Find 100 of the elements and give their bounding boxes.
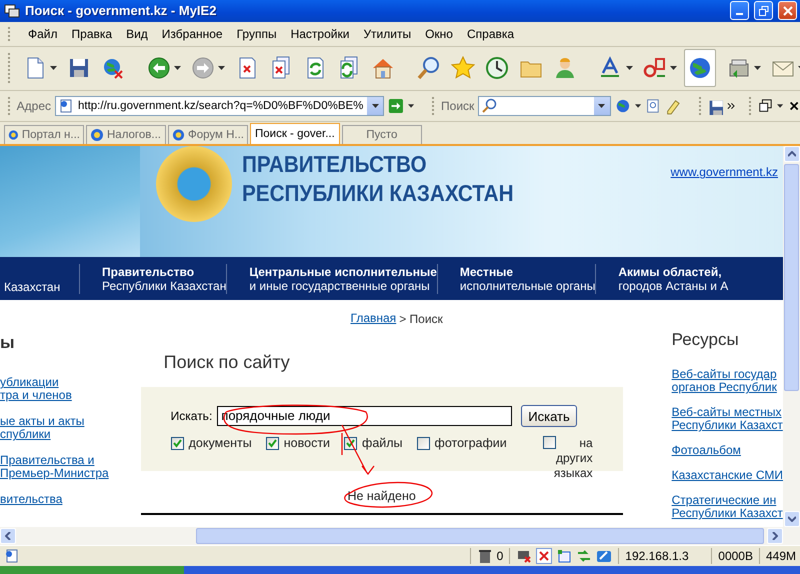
- window-title: Поиск - government.kz - MyIE2: [25, 3, 218, 18]
- menu-item[interactable]: Правка: [64, 24, 120, 43]
- checkbox-label[interactable]: файлы: [362, 436, 403, 450]
- menu-item[interactable]: Вид: [119, 24, 155, 43]
- link[interactable]: Веб-сайты государ органов Республик: [672, 368, 783, 394]
- globe-icon: [8, 128, 19, 142]
- restore-button[interactable]: [754, 1, 773, 20]
- checkbox-label[interactable]: новости: [284, 436, 330, 450]
- address-field[interactable]: http://ru.government.kz/search?q=%D0%BF%D0%BE%: [55, 96, 384, 116]
- nav-subtitle[interactable]: городов Астаны и А: [618, 278, 728, 293]
- nav-item[interactable]: Центральные исполнительные: [249, 264, 437, 279]
- menu-item[interactable]: Группы: [230, 24, 284, 43]
- traffic-counter: 0000B: [711, 548, 753, 564]
- home-icon[interactable]: [371, 56, 395, 80]
- caret-icon[interactable]: [634, 104, 641, 108]
- checkbox[interactable]: [543, 436, 556, 450]
- menu-item[interactable]: Файл: [21, 24, 65, 43]
- checkbox-label[interactable]: на других языках: [520, 436, 593, 482]
- link[interactable]: Казахстанские СМИ: [672, 469, 783, 482]
- site-title: ПРАВИТЕЛЬСТВО РЕСПУБЛИКИ КАЗАХСТАН: [242, 150, 514, 208]
- link[interactable]: Стратегические ин Республики Казахст: [672, 494, 783, 520]
- menu-item[interactable]: Настройки: [284, 24, 356, 43]
- restore-icon: [758, 6, 768, 16]
- monitor-icon[interactable]: [516, 548, 532, 564]
- caret-icon[interactable]: [626, 66, 633, 70]
- history-icon[interactable]: [485, 56, 509, 80]
- link[interactable]: Правительства и Премьер-Министра: [0, 454, 141, 480]
- scrollbar-thumb[interactable]: [784, 164, 799, 392]
- pencil-icon[interactable]: [596, 548, 612, 564]
- search-button[interactable]: Искать: [521, 405, 577, 428]
- menu-item[interactable]: Утилиты: [356, 24, 418, 43]
- minimize-button[interactable]: [730, 1, 749, 20]
- scroll-right-button[interactable]: [767, 528, 783, 544]
- back-icon[interactable]: [147, 56, 171, 80]
- caret-icon[interactable]: [670, 66, 677, 70]
- browser-tab[interactable]: Налогов...: [86, 125, 166, 144]
- sidebar-heading: ы: [0, 333, 16, 354]
- globe-x-icon[interactable]: [101, 56, 125, 80]
- caret-icon[interactable]: [372, 104, 379, 108]
- globe-icon: [90, 128, 104, 142]
- browser-tab[interactable]: Поиск - gover...: [250, 123, 340, 144]
- app-icon: [4, 2, 20, 19]
- find-page-icon[interactable]: [644, 96, 661, 115]
- checkbox[interactable]: [416, 436, 430, 450]
- globe-icon: [172, 128, 185, 142]
- nav-item[interactable]: Правительство: [102, 264, 226, 279]
- browser-tab[interactable]: Форум Н...: [168, 125, 248, 144]
- nav-item[interactable]: Местные: [460, 264, 596, 279]
- caret-icon: [5, 532, 11, 540]
- search-icon[interactable]: [417, 56, 441, 80]
- trash-icon[interactable]: [476, 548, 493, 564]
- browser-tab[interactable]: Портал н...: [4, 125, 84, 144]
- ip-address: 192.168.1.3: [618, 548, 706, 564]
- memory-usage: 449M: [758, 548, 796, 564]
- link[interactable]: Веб-сайты местных Республики Казахст: [672, 406, 783, 432]
- caret-icon[interactable]: [174, 66, 181, 70]
- scroll-down-button[interactable]: [784, 511, 800, 528]
- nav-subtitle[interactable]: исполнительные органы: [460, 278, 596, 293]
- checkbox-label[interactable]: документы: [188, 436, 252, 450]
- scroll-left-button[interactable]: [0, 528, 16, 544]
- link[interactable]: убликации тра и членов: [0, 376, 141, 402]
- go-icon[interactable]: [388, 96, 404, 115]
- minimize-icon: [736, 13, 743, 16]
- caret-icon: [788, 516, 796, 522]
- globe-icon[interactable]: [688, 56, 712, 80]
- caret-icon[interactable]: [218, 66, 225, 70]
- checkbox-label[interactable]: фотографии: [434, 436, 507, 450]
- search-label: Поиск: [441, 98, 474, 113]
- nav-item[interactable]: Акимы областей,: [618, 264, 728, 279]
- caret-icon[interactable]: [50, 66, 57, 70]
- scroll-up-button[interactable]: [784, 146, 800, 162]
- caret-icon[interactable]: [777, 104, 784, 108]
- scrollbar-thumb[interactable]: [196, 528, 764, 544]
- breadcrumb-link[interactable]: Главная: [350, 312, 396, 326]
- nav-subtitle[interactable]: Республики Казахстан: [102, 278, 226, 293]
- close-button[interactable]: [778, 1, 797, 20]
- caret-icon[interactable]: [598, 104, 606, 108]
- link[interactable]: ые акты и акты спублики: [0, 415, 141, 442]
- chevron-icon[interactable]: [727, 102, 735, 110]
- caret-icon[interactable]: [754, 66, 761, 70]
- checkbox[interactable]: [266, 436, 279, 450]
- menu-item[interactable]: Справка: [460, 24, 522, 43]
- link[interactable]: Фотоальбом: [672, 444, 783, 458]
- arrows-icon[interactable]: [576, 548, 592, 564]
- nav-subtitle[interactable]: и иные государственные органы: [249, 278, 437, 293]
- sidebar-heading: Ресурсы: [672, 330, 740, 350]
- page-icon: [4, 548, 20, 564]
- menu-item[interactable]: Избранное: [154, 24, 230, 43]
- checkbox[interactable]: [170, 436, 184, 450]
- link[interactable]: вительства: [0, 493, 141, 506]
- result-text: Не найдено: [347, 489, 416, 504]
- search-field[interactable]: [478, 96, 611, 116]
- page-icon: [58, 98, 74, 114]
- star-icon[interactable]: [451, 56, 475, 80]
- menu-item[interactable]: Окно: [418, 24, 460, 43]
- nav-subtitle[interactable]: Казахстан: [4, 280, 79, 294]
- caret-icon[interactable]: [408, 104, 414, 108]
- search-icon: [481, 98, 498, 114]
- site-link[interactable]: www.government.kz: [670, 166, 778, 180]
- browser-tab[interactable]: Пусто: [342, 125, 422, 144]
